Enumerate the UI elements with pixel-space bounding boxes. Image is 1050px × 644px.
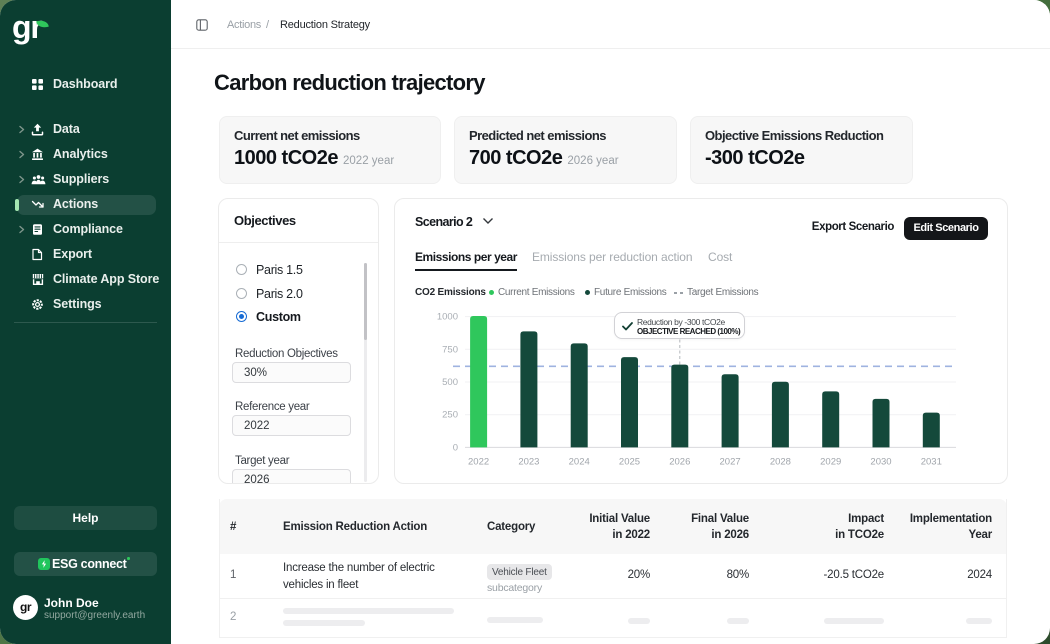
svg-text:750: 750 [442, 344, 458, 355]
svg-text:2030: 2030 [870, 456, 891, 467]
svg-text:2024: 2024 [569, 456, 590, 467]
svg-text:1000: 1000 [437, 312, 458, 323]
svg-text:2023: 2023 [518, 456, 539, 467]
svg-text:2025: 2025 [619, 456, 640, 467]
svg-text:250: 250 [442, 410, 458, 421]
svg-text:2026: 2026 [669, 456, 690, 467]
svg-text:2022: 2022 [468, 456, 489, 467]
svg-text:500: 500 [442, 377, 458, 388]
svg-text:2028: 2028 [770, 456, 791, 467]
svg-text:2027: 2027 [720, 456, 741, 467]
svg-text:2029: 2029 [820, 456, 841, 467]
svg-text:2031: 2031 [921, 456, 942, 467]
svg-text:0: 0 [453, 442, 458, 453]
